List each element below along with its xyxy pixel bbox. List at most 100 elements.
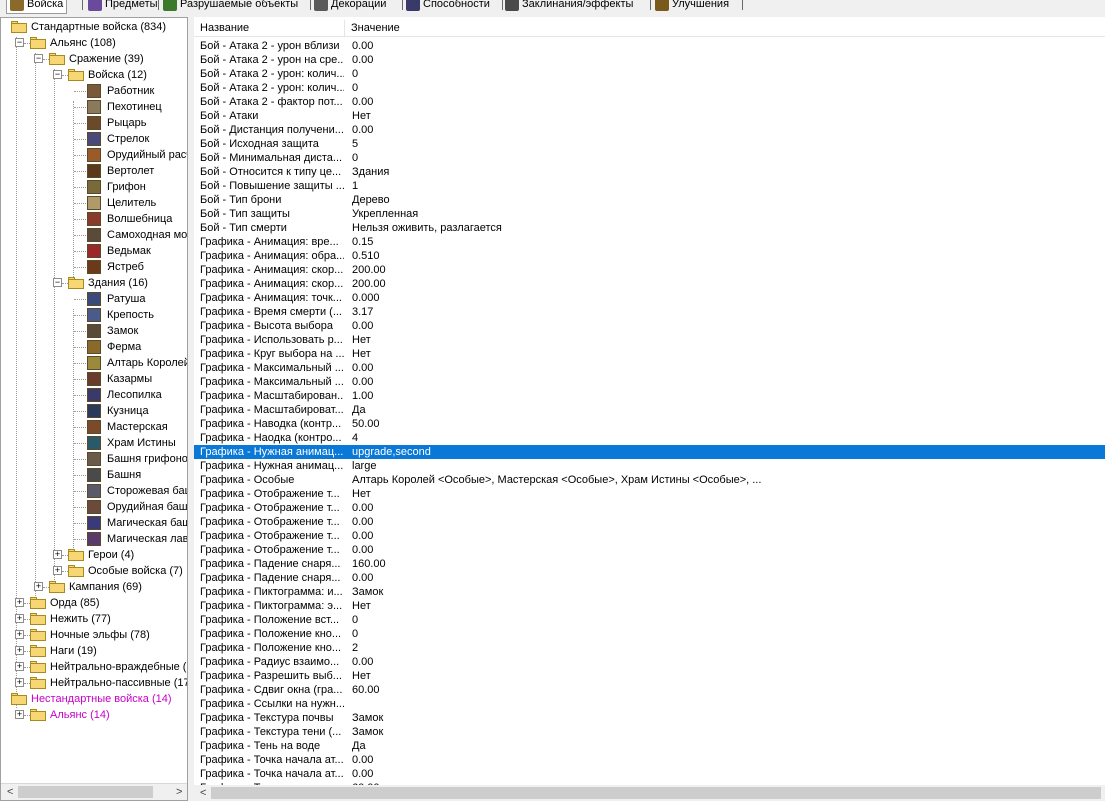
property-row[interactable]: Графика - Текстура тени (... Замок	[194, 725, 1105, 739]
expand-plus-icon[interactable]: +	[15, 662, 24, 671]
tree-horizontal-scrollbar[interactable]: < >	[1, 783, 187, 800]
scroll-left-arrow-icon[interactable]: <	[7, 786, 13, 798]
property-row[interactable]: Графика - Наодка (контро... 4	[194, 431, 1105, 445]
property-row[interactable]: Графика - Точка начала ат... 0.00	[194, 767, 1105, 781]
property-row[interactable]: Графика - Отображение т... 0.00	[194, 543, 1105, 557]
tab-doodads[interactable]: Декорации	[314, 0, 386, 13]
column-header-value[interactable]: Значение	[345, 20, 1105, 36]
property-row[interactable]: Графика - Максимальный ... 0.00	[194, 375, 1105, 389]
property-row[interactable]: Бой - Атака 2 - урон: колич... 0	[194, 81, 1105, 95]
expand-plus-icon[interactable]: +	[15, 678, 24, 687]
tree-building-item[interactable]: Магическая лав	[87, 531, 187, 547]
property-row[interactable]: Графика - Нужная анимац... large	[194, 459, 1105, 473]
property-row[interactable]: Бой - Исходная защита 5	[194, 137, 1105, 151]
property-row[interactable]: Графика - Ссылки на нужн...	[194, 697, 1105, 711]
tree-building-item[interactable]: Храм Истины	[87, 435, 176, 451]
property-row[interactable]: Графика - Анимация: вре... 0.15	[194, 235, 1105, 249]
tree-race-folder[interactable]: Нежить (77)	[30, 611, 111, 627]
tab-units[interactable]: Войска	[6, 0, 68, 14]
tab-destructibles[interactable]: Разрушаемые объекты	[163, 0, 298, 13]
property-row[interactable]: Графика - Падение снаря... 0.00	[194, 571, 1105, 585]
property-row[interactable]: Бой - Атака 2 - фактор пот... 0.00	[194, 95, 1105, 109]
scroll-left-arrow-icon[interactable]: <	[200, 787, 206, 799]
property-row[interactable]: Бой - Атака 2 - урон вблизи 0.00	[194, 39, 1105, 53]
tree-standard-units[interactable]: Стандартные войска (834)	[11, 19, 166, 35]
property-row[interactable]: Бой - Тип брони Дерево	[194, 193, 1105, 207]
tree-building-item[interactable]: Башня	[87, 467, 141, 483]
property-row[interactable]: Графика - Пиктограмма: и... Замок	[194, 585, 1105, 599]
property-row[interactable]: Бой - Дистанция получени... 0.00	[194, 123, 1105, 137]
tree-unit-item[interactable]: Ястреб	[87, 259, 144, 275]
property-row[interactable]: Графика - Нужная анимац... upgrade,second	[194, 445, 1105, 459]
tree-unit-item[interactable]: Самоходная мор	[87, 227, 187, 243]
expand-plus-icon[interactable]: +	[15, 646, 24, 655]
tree-building-item[interactable]: Ратуша	[87, 291, 145, 307]
tree-building-item[interactable]: Лесопилка	[87, 387, 162, 403]
tab-abilities[interactable]: Способности	[406, 0, 490, 13]
property-row[interactable]: Бой - Повышение защиты ... 1	[194, 179, 1105, 193]
property-row[interactable]: Бой - Атака 2 - урон на сре... 0.00	[194, 53, 1105, 67]
property-row[interactable]: Графика - Падение снаря... 160.00	[194, 557, 1105, 571]
collapse-minus-icon[interactable]: −	[34, 54, 43, 63]
property-row[interactable]: Графика - Круг выбора на ... Нет	[194, 347, 1105, 361]
property-row[interactable]: Графика - Время смерти (... 3.17	[194, 305, 1105, 319]
scroll-thumb[interactable]	[211, 787, 1101, 799]
property-row[interactable]: Графика - Положение кно... 0	[194, 627, 1105, 641]
tree-race-folder[interactable]: Нейтрально-пассивные (17	[30, 675, 187, 691]
tab-items[interactable]: Предметы	[88, 0, 158, 13]
property-row[interactable]: Бой - Атака 2 - урон: колич... 0	[194, 67, 1105, 81]
property-row[interactable]: Графика - Текстура почвы Замок	[194, 711, 1105, 725]
tree-unit-item[interactable]: Целитель	[87, 195, 156, 211]
collapse-minus-icon[interactable]: −	[15, 38, 24, 47]
tree-unit-item[interactable]: Стрелок	[87, 131, 149, 147]
tree-unit-item[interactable]: Пехотинец	[87, 99, 162, 115]
tree-melee[interactable]: Сражение (39)	[49, 51, 144, 67]
tree-building-item[interactable]: Орудийная башн	[87, 499, 187, 515]
tree-unit-item[interactable]: Вертолет	[87, 163, 154, 179]
property-row[interactable]: Графика - Анимация: скор... 200.00	[194, 277, 1105, 291]
tree-race-folder[interactable]: Орда (85)	[30, 595, 100, 611]
grid-horizontal-scrollbar[interactable]: <	[194, 785, 1105, 801]
property-row[interactable]: Графика - Анимация: обра... 0.510	[194, 249, 1105, 263]
tab-buffs[interactable]: Заклинания/эффекты	[505, 0, 633, 13]
property-row[interactable]: Графика - Разрешить выб... Нет	[194, 669, 1105, 683]
property-row[interactable]: Графика - Отображение т... 0.00	[194, 501, 1105, 515]
property-row[interactable]: Графика - Использовать р... Нет	[194, 333, 1105, 347]
tree-building-item[interactable]: Замок	[87, 323, 138, 339]
tree-building-item[interactable]: Казармы	[87, 371, 152, 387]
tree-campaign[interactable]: Кампания (69)	[49, 579, 142, 595]
property-row[interactable]: Графика - Тень на воде Да	[194, 739, 1105, 753]
expand-plus-icon[interactable]: +	[34, 582, 43, 591]
property-row[interactable]: Графика - Положение вст... 0	[194, 613, 1105, 627]
tree-building-item[interactable]: Башня грифонов	[87, 451, 187, 467]
tree-special-units-folder[interactable]: Особые войска (7)	[68, 563, 183, 579]
property-row[interactable]: Графика - Положение кно... 2	[194, 641, 1105, 655]
property-row[interactable]: Графика - Анимация: скор... 200.00	[194, 263, 1105, 277]
expand-plus-icon[interactable]: +	[15, 710, 24, 719]
tree-unit-item[interactable]: Волшебница	[87, 211, 172, 227]
expand-plus-icon[interactable]: +	[15, 614, 24, 623]
property-row[interactable]: Бой - Атаки Нет	[194, 109, 1105, 123]
collapse-minus-icon[interactable]: −	[53, 70, 62, 79]
property-row[interactable]: Бой - Тип смерти Нельзя оживить, разлагае…	[194, 221, 1105, 235]
property-row[interactable]: Графика - Пиктограмма: э... Нет	[194, 599, 1105, 613]
tree-custom-units[interactable]: Нестандартные войска (14)	[11, 691, 172, 707]
tree-unit-item[interactable]: Ведьмак	[87, 243, 151, 259]
property-row[interactable]: Графика - Отображение т... 0.00	[194, 529, 1105, 543]
scroll-right-arrow-icon[interactable]: >	[176, 786, 182, 798]
property-row[interactable]: Графика - Точка начала ат... 0.00	[194, 753, 1105, 767]
property-row[interactable]: Бой - Относится к типу це... Здания	[194, 165, 1105, 179]
property-row[interactable]: Бой - Минимальная диста... 0	[194, 151, 1105, 165]
property-row[interactable]: Графика - Максимальный ... 0.00	[194, 361, 1105, 375]
property-row[interactable]: Графика - Наводка (контр... 50.00	[194, 417, 1105, 431]
property-row[interactable]: Графика - Высота выбора 0.00	[194, 319, 1105, 333]
column-header-name[interactable]: Название	[194, 20, 345, 36]
property-row[interactable]: Графика - Анимация: точк... 0.000	[194, 291, 1105, 305]
tab-upgrades[interactable]: Улучшения	[655, 0, 729, 13]
tree-building-item[interactable]: Кузница	[87, 403, 149, 419]
tree-heroes-folder[interactable]: Герои (4)	[68, 547, 134, 563]
tree-unit-item[interactable]: Рыцарь	[87, 115, 147, 131]
property-row[interactable]: Графика - Масштабироват... Да	[194, 403, 1105, 417]
tree-building-item[interactable]: Ферма	[87, 339, 141, 355]
property-row[interactable]: Графика - Отображение т... Нет	[194, 487, 1105, 501]
